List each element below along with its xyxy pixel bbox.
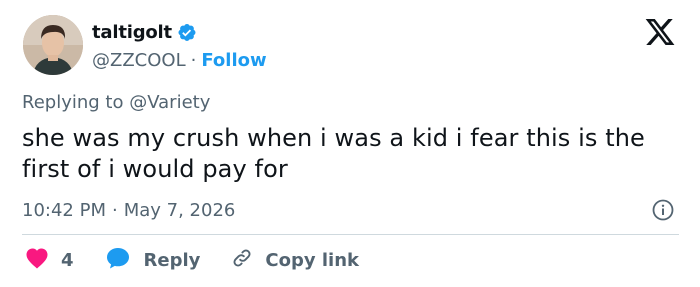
tweet-timestamp[interactable]: 10:42 PM · May 7, 2026 xyxy=(22,197,235,223)
link-icon xyxy=(230,246,254,275)
tweet-date: May 7, 2026 xyxy=(123,199,236,221)
avatar-photo xyxy=(23,15,83,75)
heart-icon xyxy=(25,247,49,274)
chat-bubble-icon xyxy=(105,246,131,275)
tweet-actions: 4 Reply Copy link xyxy=(25,246,359,274)
author-name-row: taltigolt xyxy=(92,19,197,45)
divider xyxy=(22,234,679,235)
embedded-tweet: taltigolt @ZZCOOL · Follow Replying to @… xyxy=(0,0,700,287)
reply-label: Reply xyxy=(143,249,201,271)
info-icon[interactable] xyxy=(651,198,675,222)
author-display-name[interactable]: taltigolt xyxy=(92,22,172,43)
tweet-time: 10:42 PM xyxy=(22,199,106,221)
reply-button[interactable]: Reply xyxy=(105,246,201,275)
replying-to: Replying to @Variety xyxy=(22,92,210,113)
follow-button[interactable]: Follow xyxy=(201,50,266,71)
verified-badge-icon xyxy=(176,22,197,43)
copy-link-label: Copy link xyxy=(265,249,359,271)
like-button[interactable]: 4 xyxy=(25,247,74,274)
like-count: 4 xyxy=(61,249,74,271)
author-handle[interactable]: @ZZCOOL xyxy=(92,50,186,71)
avatar[interactable] xyxy=(23,15,83,75)
author-handle-row: @ZZCOOL · Follow xyxy=(92,47,267,73)
timestamp-separator: · xyxy=(111,199,118,221)
tweet-text: she was my crush when i was a kid i fear… xyxy=(22,124,645,183)
copy-link-button[interactable]: Copy link xyxy=(230,246,359,275)
replying-to-handle[interactable]: @Variety xyxy=(129,92,210,113)
replying-to-label: Replying to xyxy=(22,92,124,113)
handle-separator: · xyxy=(190,49,197,71)
x-logo-icon[interactable] xyxy=(644,16,676,48)
